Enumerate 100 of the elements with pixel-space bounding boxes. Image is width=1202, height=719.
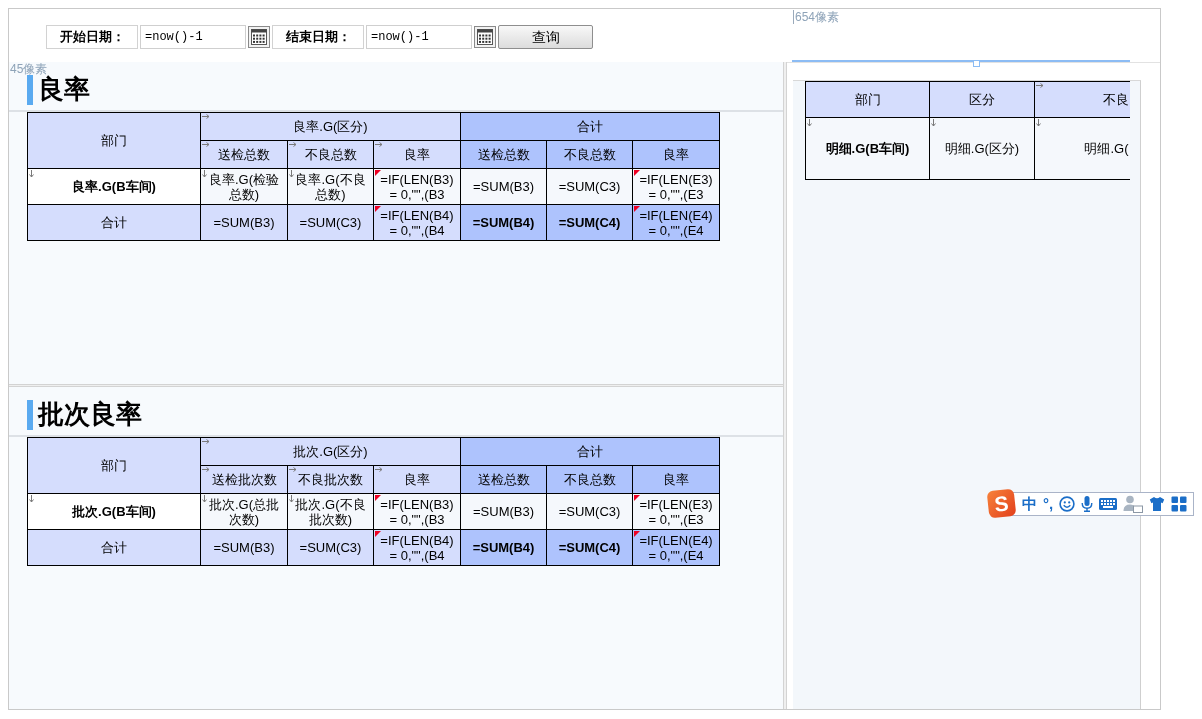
- query-button[interactable]: 查询: [498, 25, 593, 49]
- cell-text: =IF(LEN(B3) = 0,"",(B3: [380, 171, 454, 202]
- down-arrow-icon: [29, 495, 34, 503]
- right-arrow-icon: [202, 439, 210, 444]
- cell-text: =SUM(B4): [472, 540, 535, 555]
- right-arrow-icon: [289, 467, 297, 472]
- smiley-icon[interactable]: [1059, 495, 1076, 512]
- cell-text: 合计: [101, 540, 127, 555]
- header-text: 不良总数: [304, 147, 357, 162]
- corner-triangle-icon: [634, 531, 641, 537]
- accent-bar-icon: [27, 75, 33, 105]
- right-arrow-icon: [1036, 83, 1044, 88]
- header-text: 部门: [101, 458, 127, 473]
- cell-text: =SUM(B3): [213, 215, 275, 230]
- header-text: 送检批次数: [211, 472, 277, 487]
- user-icon[interactable]: [1123, 494, 1144, 513]
- shirt-icon[interactable]: [1149, 495, 1166, 512]
- header-text: 良率: [404, 147, 430, 162]
- cell-text: =SUM(C4): [558, 215, 621, 230]
- cell-text: =IF(LEN(B4) = 0,"",(B4: [380, 532, 454, 563]
- down-arrow-icon: [807, 119, 812, 127]
- cell-text: =SUM(B3): [213, 540, 275, 555]
- keyboard-icon[interactable]: [1099, 496, 1118, 511]
- calendar-icon[interactable]: [248, 26, 270, 48]
- right-arrow-icon: [202, 467, 210, 472]
- ruler-label: 654像素: [793, 10, 840, 24]
- right-arrow-icon: [375, 467, 383, 472]
- header-text: 不良总数: [563, 472, 616, 487]
- cell-text: =SUM(C4): [558, 540, 621, 555]
- corner-triangle-icon: [375, 170, 381, 176]
- microphone-icon[interactable]: [1081, 495, 1094, 512]
- cell-text: =IF(LEN(E4) = 0,"",(E4: [639, 532, 713, 563]
- cell-text: =SUM(C3): [299, 540, 362, 555]
- corner-triangle-icon: [375, 531, 381, 537]
- cell-text: 批次.G(总批次数): [208, 496, 280, 527]
- right-arrow-icon: [289, 142, 297, 147]
- header-text: 合计: [577, 119, 604, 134]
- section-title: 良率: [38, 74, 90, 104]
- header-text: 良率.G(区分): [293, 119, 368, 134]
- corner-triangle-icon: [634, 170, 641, 176]
- cell-text: 合计: [101, 215, 127, 230]
- header-text: 良率: [663, 147, 690, 162]
- header-text: 合计: [577, 444, 604, 459]
- down-arrow-icon: [289, 170, 294, 178]
- header-text: 送检总数: [218, 147, 270, 162]
- ruler-label: 45像素: [10, 62, 48, 76]
- down-arrow-icon: [29, 170, 34, 178]
- cell-text: =IF(LEN(E4) = 0,"",(E4: [639, 207, 713, 238]
- header-text: 批次.G(区分): [293, 444, 368, 459]
- header-text: 送检总数: [477, 147, 530, 162]
- down-arrow-icon: [289, 495, 294, 503]
- right-arrow-icon: [202, 114, 210, 119]
- date-input[interactable]: =now()-1: [366, 25, 472, 49]
- header-text: 良率: [404, 472, 430, 487]
- cell-text: =IF(LEN(B3) = 0,"",(B3: [380, 496, 454, 527]
- corner-triangle-icon: [375, 495, 381, 501]
- corner-triangle-icon: [634, 495, 641, 501]
- grid-icon[interactable]: [1171, 495, 1188, 512]
- header-text: 区分: [969, 92, 995, 107]
- cell-text: 明细.G(B车间): [825, 141, 910, 156]
- date-input[interactable]: =now()-1: [140, 25, 246, 49]
- header-text: 部门: [101, 133, 127, 148]
- cell-text: =SUM(B3): [473, 504, 535, 519]
- corner-triangle-icon: [375, 206, 381, 212]
- field-label: 结束日期：: [272, 25, 364, 49]
- accent-bar-icon: [27, 400, 33, 430]
- cell-text: =SUM(B3): [473, 179, 535, 194]
- section-title: 批次良率: [38, 399, 142, 429]
- header-text: 送检总数: [477, 472, 530, 487]
- cell-text: =IF(LEN(B4) = 0,"",(B4: [380, 207, 454, 238]
- header-text: 不良: [1102, 92, 1129, 107]
- cell-text: 批次.G(不良批次数): [295, 496, 366, 527]
- cell-text: 明细.G(区分): [944, 141, 1020, 156]
- cell-text: 良率.G(不良总数): [295, 171, 366, 202]
- cell-text: =SUM(B4): [472, 215, 535, 230]
- cell-text: 良率.G(检验总数): [208, 171, 280, 202]
- down-arrow-icon: [202, 170, 207, 178]
- down-arrow-icon: [202, 495, 207, 503]
- cell-text: =IF(LEN(E3) = 0,"",(E3: [639, 496, 713, 527]
- resize-handle[interactable]: [973, 60, 980, 67]
- right-arrow-icon: [375, 142, 383, 147]
- punctuation-toggle[interactable]: °,: [1043, 494, 1054, 513]
- cell-text: =SUM(C3): [299, 215, 362, 230]
- cell-text: =SUM(C3): [558, 179, 621, 194]
- down-arrow-icon: [931, 119, 936, 127]
- field-label: 开始日期：: [46, 25, 138, 49]
- input-mode-toggle[interactable]: 中: [1022, 494, 1037, 513]
- header-text: 不良批次数: [298, 472, 363, 487]
- header-text: 部门: [854, 92, 881, 107]
- header-text: 不良总数: [563, 147, 616, 162]
- header-text: 良率: [663, 472, 690, 487]
- cell-text: 良率.G(B车间): [72, 179, 156, 194]
- down-arrow-icon: [1036, 119, 1041, 127]
- corner-triangle-icon: [634, 206, 641, 212]
- cell-text: 批次.G(B车间): [72, 504, 156, 519]
- calendar-icon[interactable]: [474, 26, 496, 48]
- cell-text: 明细.G(: [1084, 141, 1129, 156]
- right-arrow-icon: [202, 142, 210, 147]
- cell-text: =IF(LEN(E3) = 0,"",(E3: [639, 171, 713, 202]
- cell-text: =SUM(C3): [558, 504, 621, 519]
